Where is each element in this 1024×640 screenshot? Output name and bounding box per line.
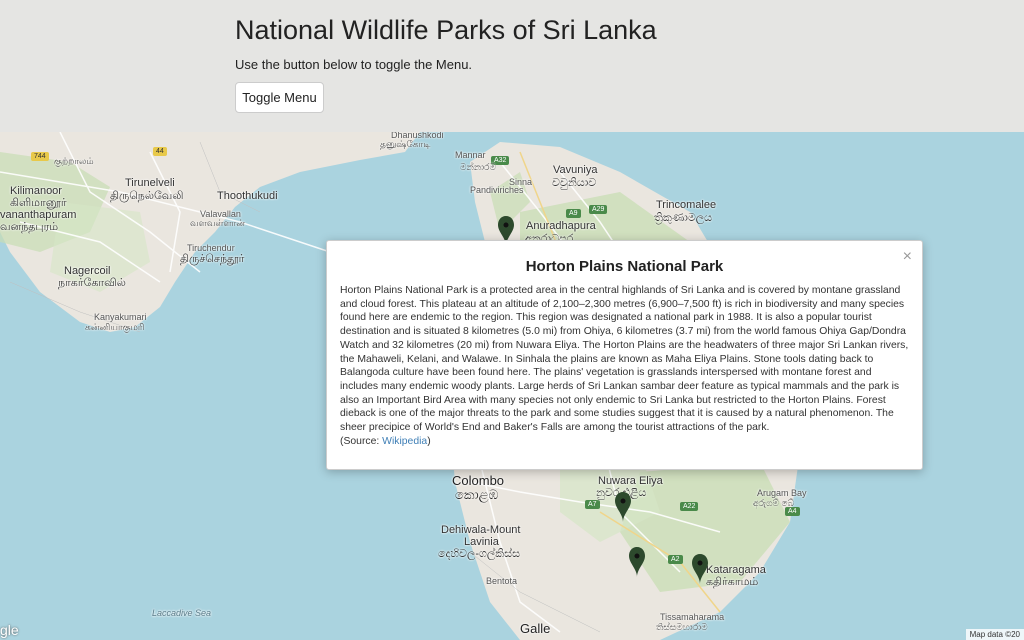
label-laccadive-sea: Laccadive Sea <box>152 608 212 618</box>
label-trincomalee-si: ත්‍රිකුණාමලය <box>654 212 713 224</box>
park-marker-icon[interactable] <box>692 554 708 584</box>
modal-title: Horton Plains National Park <box>525 258 724 275</box>
route-shield-a29: A29 <box>589 205 608 214</box>
label-ananthapuram-ta: வனந்தபுரம் <box>0 221 59 233</box>
modal-body: Horton Plains National Park is a protect… <box>340 284 910 448</box>
label-tiruchendur: Tiruchendur <box>187 243 235 253</box>
route-shield-a9: A9 <box>566 209 581 218</box>
page-title: National Wildlife Parks of Sri Lanka <box>235 15 657 45</box>
page-subtitle: Use the button below to toggle the Menu. <box>235 57 473 72</box>
toggle-menu-button[interactable]: Toggle Menu <box>235 82 324 113</box>
google-logo: gle <box>0 622 19 638</box>
label-vavuniya-si: වවුනියාව <box>552 177 597 189</box>
label-vavuniya: Vavuniya <box>553 164 598 176</box>
label-mannar-si: මන්නාරම <box>460 162 496 172</box>
label-lavinia: Lavinia <box>464 536 499 548</box>
route-shield-744: 744 <box>31 152 49 161</box>
source-prefix: (Source: <box>340 435 383 447</box>
park-info-modal: × Horton Plains National Park Horton Pla… <box>326 240 923 470</box>
park-description: Horton Plains National Park is a protect… <box>340 285 909 434</box>
park-marker-icon[interactable] <box>629 547 645 577</box>
label-anuradhapura: Anuradhapura <box>526 220 596 232</box>
label-tirunelveli: Tirunelveli <box>125 177 175 189</box>
label-trincomalee: Trincomalee <box>656 199 717 211</box>
label-tissamaharama-si: තිස්සමහාරාම <box>656 622 708 632</box>
label-galle: Galle <box>520 621 551 636</box>
label-pandiviriches: Pandiviriches <box>470 185 524 195</box>
label-dhanushkodi-ta: தனுஷ்கோடி <box>380 139 431 149</box>
label-kataragama: Kataragama <box>706 564 766 576</box>
label-dehiwala: Dehiwala-Mount <box>441 524 521 536</box>
label-ananthapuram: vananthapuram <box>0 209 77 221</box>
park-marker-icon[interactable] <box>615 492 631 522</box>
label-thoothukudi: Thoothukudi <box>217 190 278 202</box>
source-suffix: ) <box>427 435 431 447</box>
label-colombo-si: කොළඹ <box>455 487 499 502</box>
label-arugam: Arugam Bay <box>757 488 807 498</box>
label-kataragama-ta: கதிர்காமம் <box>706 576 759 588</box>
label-arugam-si: අරුගම් බේ <box>753 498 795 508</box>
label-bentota: Bentota <box>486 576 518 586</box>
route-shield-a2: A2 <box>668 555 683 564</box>
label-tirunelveli-ta: திருநெல்வேலி <box>110 190 184 202</box>
label-nagercoil: Nagercoil <box>64 265 111 277</box>
label-colombo: Colombo <box>452 473 505 488</box>
route-shield-a7: A7 <box>585 500 600 509</box>
label-lavinia-si: දෙහිවල-ගල්කිස්ස <box>438 548 521 560</box>
route-shield-a22: A22 <box>680 502 699 511</box>
label-kilimanoor: Kilimanoor <box>10 185 62 197</box>
label-kanyakumari: Kanyakumari <box>94 312 147 322</box>
page-header: National Wildlife Parks of Sri Lanka Use… <box>0 0 1024 132</box>
label-nuwara: Nuwara Eliya <box>598 475 663 487</box>
label-nagercoil-ta: நாகர்கோவில் <box>58 277 126 289</box>
label-kottalam: குற்றாலம் <box>54 156 94 166</box>
label-valavallan-ta: வளவள்ளான் <box>190 218 246 228</box>
label-mannar: Mannar <box>455 150 486 160</box>
label-tissamaharama: Tissamaharama <box>660 612 725 622</box>
route-shield-44: 44 <box>153 147 167 156</box>
map-data-credit[interactable]: Map data ©20 <box>965 629 1024 640</box>
wikipedia-link[interactable]: Wikipedia <box>382 436 427 447</box>
label-tiruchendur-ta: திருச்செந்தூர் <box>180 253 245 265</box>
label-kanyakumari-ta: கன்னியாகுமரி <box>85 322 145 332</box>
